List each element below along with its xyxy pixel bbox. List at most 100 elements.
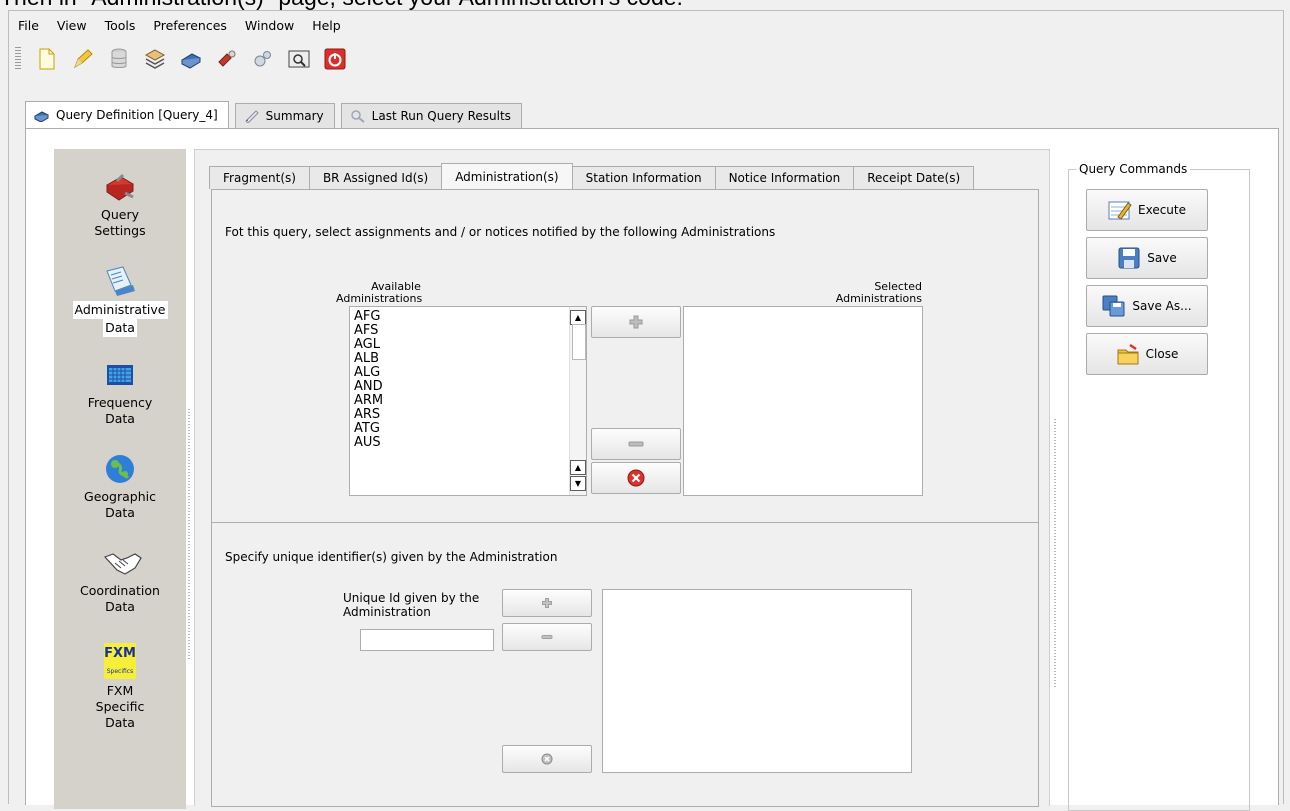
minus-icon [628,441,644,447]
administrations-section: Fot this query, select assignments and /… [211,189,1039,523]
available-list-scrollbar[interactable]: ▲ ▲ ▼ [569,307,586,495]
tab-last-run-results[interactable]: Last Run Query Results [340,103,522,128]
menu-help[interactable]: Help [303,18,350,33]
add-unique-id-button[interactable] [502,589,592,617]
uid-label: Unique Id given by the [343,591,480,605]
clear-administrations-button[interactable] [591,462,681,494]
scroll-down-button[interactable]: ▼ [570,476,586,491]
sidebar-item-frequency-data[interactable]: Frequency Data [54,359,186,427]
close-circle-icon [541,753,553,765]
sidebar-label: Geographic [84,489,156,504]
sidebar-item-geographic-data[interactable]: Geographic Data [54,453,186,521]
tab-fragments[interactable]: Fragment(s) [209,166,310,189]
list-item[interactable]: ATG [350,422,568,436]
splitter-handle[interactable] [188,409,190,659]
tab-summary[interactable]: Summary [234,103,335,128]
admin-instruction: Fot this query, select assignments and /… [225,225,776,239]
uid-instruction: Specify unique identifier(s) given by th… [225,550,558,564]
list-item[interactable]: ARM [350,394,568,408]
query-books-icon [180,53,202,69]
fxm-logo-subtext: Specifics [106,668,134,675]
tab-label: Summary [265,109,324,123]
new-document-button[interactable] [35,47,59,71]
tab-br-assigned-ids[interactable]: BR Assigned Id(s) [308,166,443,189]
scroll-up-button[interactable]: ▲ [570,310,586,325]
tab-query-definition[interactable]: Query Definition [Query_4] [25,101,229,128]
tab-notice-information[interactable]: Notice Information [714,166,855,189]
red-close-icon [627,469,645,487]
gears-icon [254,51,271,67]
toolbar-grip[interactable] [15,47,21,71]
settings-button[interactable] [251,47,275,71]
menu-window[interactable]: Window [236,18,303,33]
sidebar-label: Data [105,411,135,426]
save-as-button[interactable]: Save As... [1086,285,1208,327]
search-window-button[interactable] [287,47,311,71]
list-item[interactable]: AFG [350,310,568,324]
open-button[interactable] [71,47,95,71]
layers-icon [144,49,166,69]
globe-icon [106,455,134,483]
sidebar-label: Administrative [72,301,168,319]
available-label: Administrations [336,292,423,305]
layers-button[interactable] [143,47,167,71]
available-items: AFG AFS AGL ALB ALG AND ARM ARS ATG AUS [350,310,568,450]
query-definition-panel: Query Settings Administrative Data Frequ… [25,128,1279,811]
close-button[interactable]: Close [1086,333,1208,375]
search-results-icon [350,110,365,123]
button-label: Save [1147,251,1177,265]
tools-button[interactable] [215,47,239,71]
uid-label: Administration [343,605,431,619]
tab-label: Query Definition [Query_4] [56,108,218,122]
selected-administrations-list[interactable] [683,306,923,496]
menu-file[interactable]: File [9,18,48,33]
unique-ids-list[interactable] [602,589,912,773]
menu-view[interactable]: View [48,18,96,33]
add-administration-button[interactable] [591,306,681,338]
query-definition-icon [34,111,50,122]
remove-unique-id-button[interactable] [502,623,592,651]
frequency-grid-icon [107,365,133,385]
available-administrations-list[interactable]: AFG AFS AGL ALB ALG AND ARM ARS ATG AUS ▲ ▲ ▼ [349,306,587,496]
list-item[interactable]: ALG [350,366,568,380]
unique-id-input[interactable] [360,629,494,651]
sidebar-label: Specific [95,699,145,714]
database-icon [111,48,127,68]
calendar-data-icon [106,266,135,296]
tab-administrations[interactable]: Administration(s) [441,163,573,189]
sidebar-item-administrative-data[interactable]: Administrative Data [54,265,186,337]
database-button[interactable] [107,47,131,71]
list-item[interactable]: ALB [350,352,568,366]
tab-receipt-dates[interactable]: Receipt Date(s) [853,166,975,189]
menu-tools[interactable]: Tools [96,18,145,33]
list-item[interactable]: AUS [350,436,568,450]
splitter-handle[interactable] [1054,419,1056,689]
list-item[interactable]: AND [350,380,568,394]
query-button[interactable] [179,47,203,71]
menu-bar: File View Tools Preferences Window Help [9,11,1283,39]
scroll-up-button[interactable]: ▲ [570,460,586,475]
tab-label: Last Run Query Results [371,109,511,123]
remove-administration-button[interactable] [591,428,681,460]
save-button[interactable]: Save [1086,237,1208,279]
sidebar-item-fxm-specific-data[interactable]: FXM Specifics FXM Specific Data [54,643,186,731]
fxm-specifics-icon: FXM Specifics [104,643,136,679]
new-document-icon [39,48,55,70]
summary-icon [244,110,259,123]
sidebar-label: Data [105,505,135,520]
menu-preferences[interactable]: Preferences [144,18,236,33]
sidebar-item-coordination-data[interactable]: Coordination Data [54,547,186,615]
execute-button[interactable]: Execute [1086,189,1208,231]
clear-unique-ids-button[interactable] [502,745,592,773]
main-tab-strip: Query Definition [Query_4] Summary Last … [25,101,528,129]
list-item[interactable]: ARS [350,408,568,422]
tab-station-information[interactable]: Station Information [571,166,716,189]
list-item[interactable]: AGL [350,338,568,352]
save-as-icon [1102,295,1125,317]
list-item[interactable]: AFS [350,324,568,338]
power-icon [324,48,346,70]
scroll-thumb[interactable] [572,324,586,360]
sidebar-item-query-settings[interactable]: Query Settings [54,171,186,239]
fxm-logo-text: FXM [104,646,136,661]
exit-button[interactable] [323,47,347,71]
